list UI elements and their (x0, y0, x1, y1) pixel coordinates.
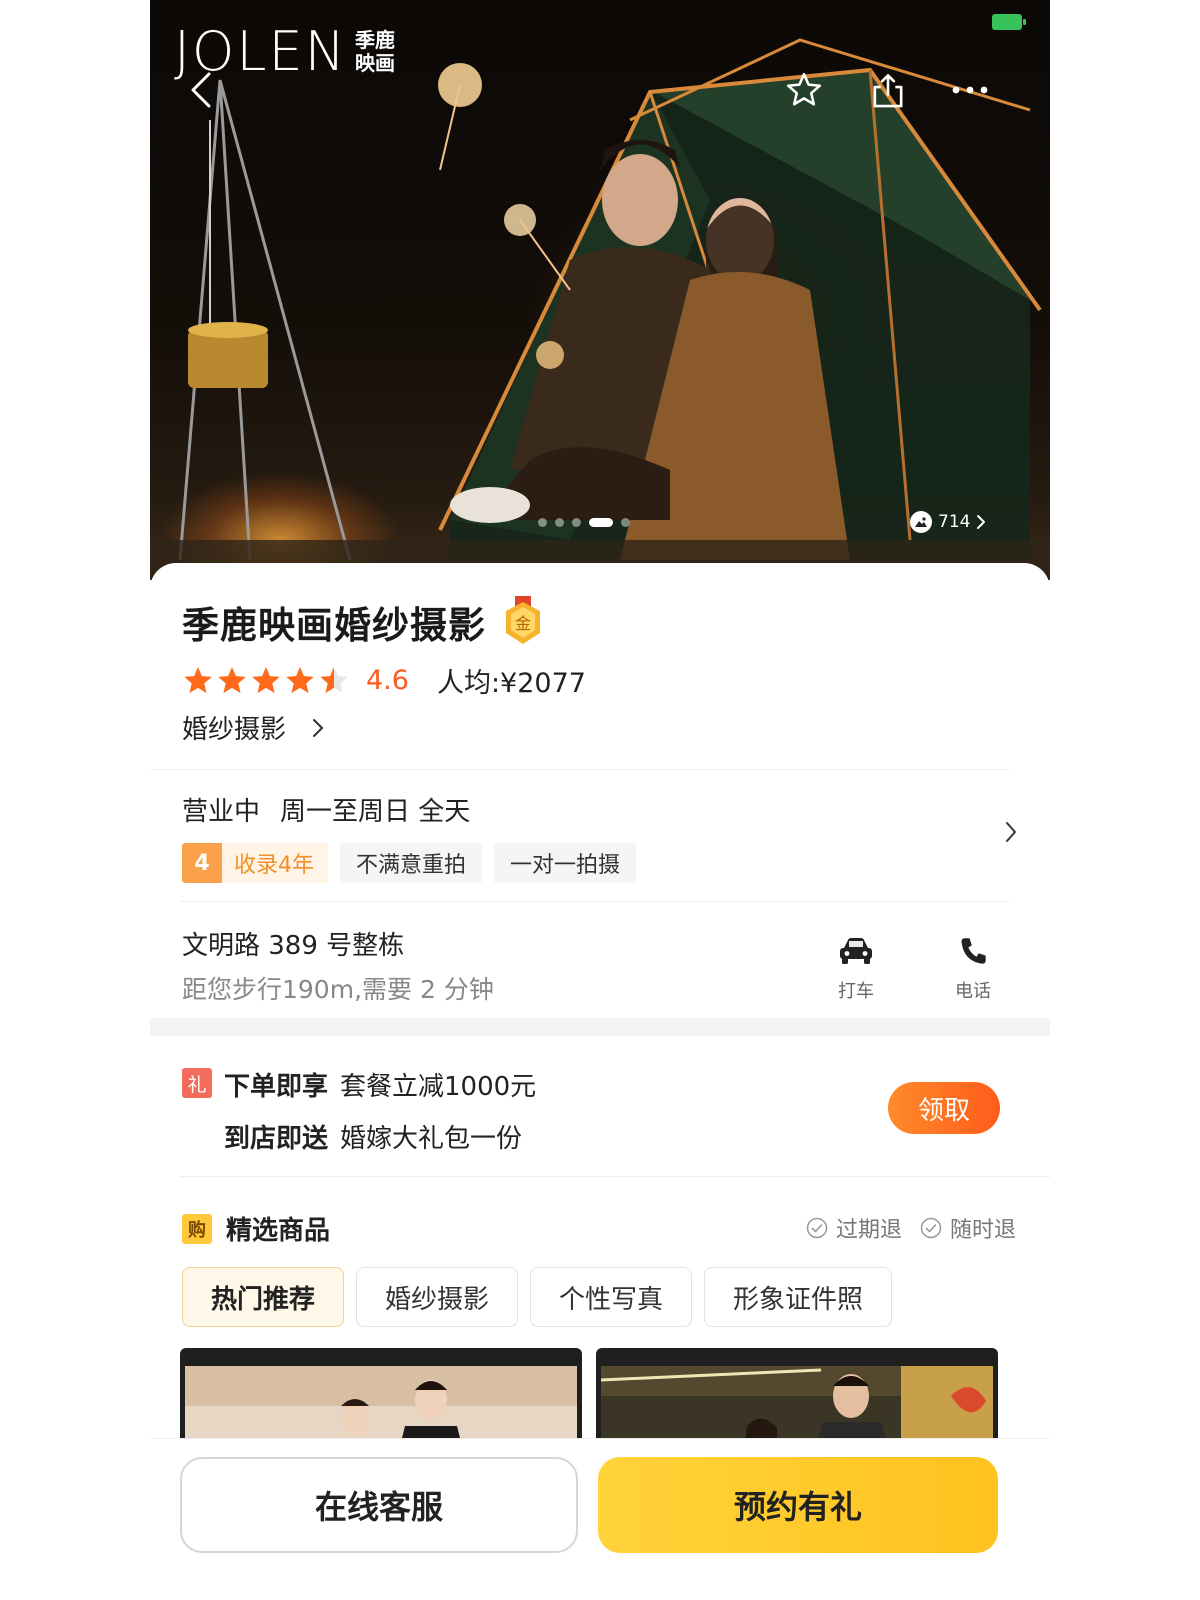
carousel-dot (621, 518, 630, 527)
back-button[interactable] (180, 68, 224, 112)
tag-reshoot: 不满意重拍 (340, 843, 483, 883)
book-gift-button[interactable]: 预约有礼 (598, 1457, 998, 1553)
star-icon (218, 666, 246, 693)
star-icon (286, 666, 314, 693)
tab-hot-recommend[interactable]: 热门推荐 (182, 1267, 345, 1327)
online-service-button[interactable]: 在线客服 (180, 1457, 578, 1553)
carousel-indicator (538, 518, 630, 527)
promo-visit-lead: 到店即送 (224, 1124, 329, 1154)
divider (150, 769, 1010, 770)
tab-wedding-photo[interactable]: 婚纱摄影 (356, 1267, 519, 1327)
rating-score: 4.6 (366, 665, 409, 696)
rating-row: 4.6 人均:¥2077 (182, 661, 586, 700)
hero-photo-scene (150, 38, 1050, 580)
goods-title: 精选商品 (226, 1216, 331, 1246)
more-button[interactable] (948, 68, 992, 112)
chevron-right-icon[interactable] (1004, 821, 1018, 843)
guarantee-expired-refund: 过期退 (806, 1212, 902, 1244)
business-schedule: 周一至周日 全天 (280, 797, 471, 827)
shop-title-row: 季鹿映画婚纱摄影 金 (182, 595, 544, 649)
tag-listed-years: 4 收录4年 (182, 843, 328, 883)
phone-icon (949, 929, 997, 973)
call-button[interactable]: 电话 (943, 929, 1003, 1003)
carousel-dot (555, 518, 564, 527)
photo-count-link[interactable]: 714 (910, 511, 986, 533)
tag-one-on-one: 一对一拍摄 (494, 843, 637, 883)
tab-portrait[interactable]: 个性写真 (530, 1267, 693, 1327)
photo-count-value: 714 (938, 512, 971, 532)
app-screen: JOLEN 季鹿映画 714 季鹿映画婚纱摄影 金 4.6 人均:¥2077 婚… (150, 0, 1050, 1600)
promo-order-lead: 下单即享 (224, 1072, 329, 1102)
guarantee-expired-label: 过期退 (835, 1218, 902, 1243)
star-outline-icon (786, 72, 822, 106)
share-icon (873, 74, 903, 108)
gift-badge: 礼 (182, 1068, 212, 1098)
star-icon (184, 666, 212, 693)
divider (180, 1176, 1050, 1177)
average-price: 人均:¥2077 (436, 668, 586, 699)
buy-badge: 购 (182, 1213, 212, 1244)
feature-tags: 4 收录4年 不满意重拍 一对一拍摄 (182, 843, 637, 883)
chevron-right-icon (313, 718, 324, 737)
star-icon (252, 666, 280, 693)
phone-label: 电话 (955, 981, 991, 1002)
photo-icon (910, 511, 932, 533)
shop-info-card: 季鹿映画婚纱摄影 金 4.6 人均:¥2077 婚纱摄影 营业中 周一至周日 全… (150, 563, 1050, 1033)
chevron-right-icon (977, 515, 986, 529)
address-line: 文明路 389 号整栋 (182, 931, 405, 961)
years-label: 收录4年 (234, 853, 314, 878)
goods-header: 购 精选商品 (182, 1210, 330, 1247)
battery-icon (992, 14, 1026, 30)
favorite-button[interactable] (782, 68, 826, 112)
divider (180, 901, 1010, 902)
distance-line: 距您步行190m,需要 2 分钟 (182, 975, 494, 1004)
promotion-section: 礼 下单即享 套餐立减1000元 到店即送 婚嫁大礼包一份 领取 (150, 1036, 1050, 1176)
promo-order-text: 套餐立减1000元 (340, 1072, 537, 1102)
share-button[interactable] (866, 68, 910, 112)
promo-line-order: 下单即享 套餐立减1000元 (224, 1066, 536, 1103)
guarantee-anytime-refund: 随时退 (920, 1212, 1016, 1244)
carousel-dot (572, 518, 581, 527)
bottom-action-bar: 在线客服 预约有礼 (150, 1438, 1050, 1600)
check-circle-icon (920, 1217, 942, 1239)
shop-title: 季鹿映画婚纱摄影 (182, 604, 486, 647)
taxi-label: 打车 (838, 981, 874, 1002)
promo-line-visit: 到店即送 婚嫁大礼包一份 (224, 1118, 522, 1155)
car-icon (832, 929, 880, 973)
years-number: 4 (182, 843, 222, 883)
goods-category-tabs: 热门推荐 婚纱摄影 个性写真 形象证件照 (182, 1267, 893, 1327)
hero-photo[interactable]: JOLEN 季鹿映画 714 (150, 0, 1050, 580)
taxi-button[interactable]: 打车 (826, 929, 886, 1003)
carousel-dot (538, 518, 547, 527)
business-hours[interactable]: 营业中 周一至周日 全天 (182, 791, 470, 828)
guarantee-anytime-label: 随时退 (949, 1218, 1016, 1243)
gold-badge-label: 金 (515, 614, 531, 633)
address-block[interactable]: 文明路 389 号整栋 距您步行190m,需要 2 分钟 (182, 925, 494, 1006)
rating-stars (182, 665, 350, 697)
claim-button[interactable]: 领取 (888, 1082, 1000, 1134)
refund-guarantees: 过期退 随时退 (806, 1212, 1016, 1244)
tab-id-photo[interactable]: 形象证件照 (704, 1267, 893, 1327)
brand-chinese-name: 季鹿映画 (355, 28, 396, 75)
section-gap (150, 1018, 1050, 1036)
category-label: 婚纱摄影 (182, 715, 287, 745)
promo-visit-text: 婚嫁大礼包一份 (340, 1124, 523, 1154)
category-link[interactable]: 婚纱摄影 (182, 709, 324, 746)
check-circle-icon (806, 1217, 828, 1239)
star-icon (320, 666, 348, 693)
chevron-left-icon (191, 72, 211, 108)
carousel-dot-active (589, 518, 613, 527)
more-dots-icon (952, 86, 988, 94)
business-status: 营业中 (182, 797, 261, 827)
gold-medal-icon: 金 (506, 596, 540, 644)
